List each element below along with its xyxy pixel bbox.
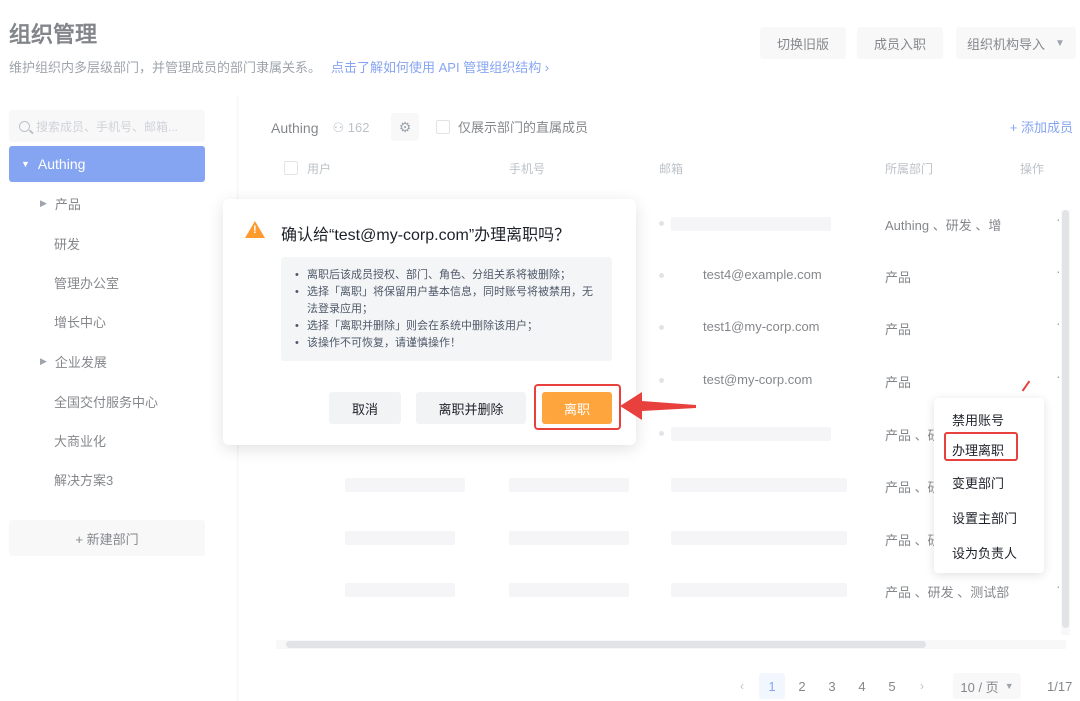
warning-icon: !	[245, 221, 265, 238]
dialog-note: 选择「离职并删除」则会在系统中删除该用户；	[295, 318, 602, 335]
dialog-note: 选择「离职」将保留用户基本信息，同时账号将被禁用，无法登录应用；	[295, 284, 602, 318]
annotation-arrow-icon	[620, 392, 696, 420]
menu-item-set-main-dept[interactable]: 设置主部门	[952, 508, 1017, 527]
dialog-title: 确认给“test@my-corp.com”办理离职吗？	[281, 227, 571, 244]
dialog-note: 离职后该成员授权、部门、角色、分组关系将被删除；	[295, 267, 602, 284]
resign-and-delete-button[interactable]: 离职并删除	[416, 392, 526, 424]
menu-item-disable-account[interactable]: 禁用账号	[952, 410, 1004, 429]
dialog-note: 该操作不可恢复，请谨慎操作！	[295, 335, 602, 352]
menu-item-change-dept[interactable]: 变更部门	[952, 473, 1004, 492]
row-action-menu: 禁用账号 办理离职 变更部门 设置主部门 设为负责人	[934, 398, 1044, 573]
menu-item-set-leader[interactable]: 设为负责人	[952, 543, 1017, 562]
dialog-notes: 离职后该成员授权、部门、角色、分组关系将被删除； 选择「离职」将保留用户基本信息…	[281, 257, 612, 361]
annotation-highlight-box	[944, 432, 1018, 461]
cancel-button[interactable]: 取消	[329, 392, 401, 424]
annotation-highlight-box	[534, 384, 621, 430]
